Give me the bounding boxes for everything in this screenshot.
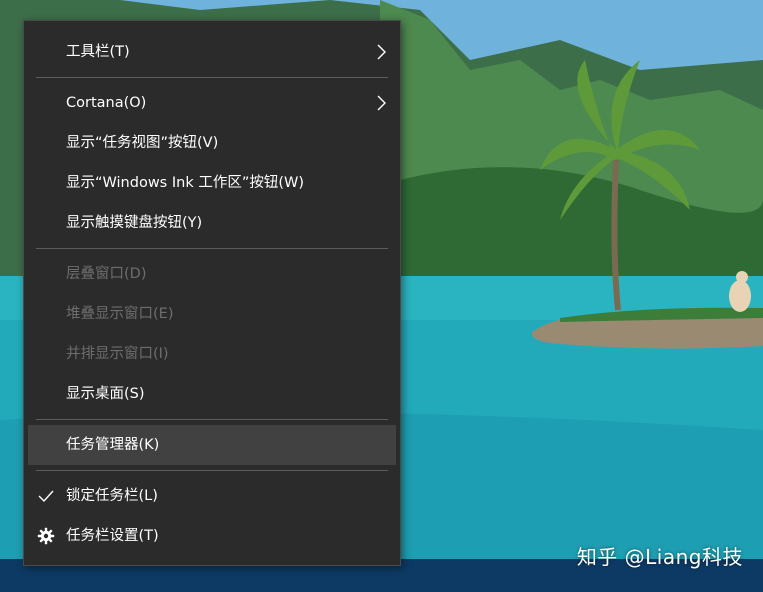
menu-item-show-windows-ink-button[interactable]: 显示“Windows Ink 工作区”按钮(W) xyxy=(28,163,396,203)
gear-icon xyxy=(37,527,55,545)
chevron-right-icon xyxy=(377,95,386,111)
menu-item-lock-taskbar[interactable]: 锁定任务栏(L) xyxy=(28,476,396,516)
menu-item-taskbar-settings[interactable]: 任务栏设置(T) xyxy=(28,516,396,556)
menu-item-label: Cortana(O) xyxy=(66,95,147,111)
menu-item-cortana[interactable]: Cortana(O) xyxy=(28,83,396,123)
menu-item-side-by-side-windows: 并排显示窗口(I) xyxy=(28,334,396,374)
checkmark-icon xyxy=(38,490,54,503)
menu-item-label: 显示桌面(S) xyxy=(66,386,145,402)
menu-item-label: 工具栏(T) xyxy=(66,44,130,60)
menu-separator xyxy=(36,419,388,420)
menu-item-label: 任务栏设置(T) xyxy=(66,528,159,544)
menu-separator xyxy=(36,248,388,249)
watermark-text: 知乎 @Liang科技 xyxy=(576,545,743,569)
menu-item-label: 任务管理器(K) xyxy=(66,437,160,453)
menu-separator xyxy=(36,470,388,471)
menu-item-toolbars[interactable]: 工具栏(T) xyxy=(28,32,396,72)
menu-item-show-task-view-button[interactable]: 显示“任务视图”按钮(V) xyxy=(28,123,396,163)
chevron-right-icon xyxy=(377,44,386,60)
taskbar-context-menu: 工具栏(T) Cortana(O) 显示“任务视图”按钮(V) 显示“Windo… xyxy=(23,20,401,566)
menu-item-label: 并排显示窗口(I) xyxy=(66,346,169,362)
menu-separator xyxy=(36,77,388,78)
menu-item-task-manager[interactable]: 任务管理器(K) xyxy=(28,425,396,465)
menu-item-label: 堆叠显示窗口(E) xyxy=(66,306,174,322)
menu-item-label: 显示“任务视图”按钮(V) xyxy=(66,135,219,151)
desktop: 知乎 @Liang科技 工具栏(T) Cortana(O) 显示“任务视图”按钮… xyxy=(0,0,763,592)
menu-item-stack-windows: 堆叠显示窗口(E) xyxy=(28,294,396,334)
menu-item-label: 显示触摸键盘按钮(Y) xyxy=(66,215,203,231)
menu-item-label: 层叠窗口(D) xyxy=(66,266,147,282)
menu-item-label: 锁定任务栏(L) xyxy=(66,488,158,504)
menu-item-cascade-windows: 层叠窗口(D) xyxy=(28,254,396,294)
menu-item-show-touch-keyboard-button[interactable]: 显示触摸键盘按钮(Y) xyxy=(28,203,396,243)
menu-item-label: 显示“Windows Ink 工作区”按钮(W) xyxy=(66,175,304,191)
menu-item-show-desktop[interactable]: 显示桌面(S) xyxy=(28,374,396,414)
